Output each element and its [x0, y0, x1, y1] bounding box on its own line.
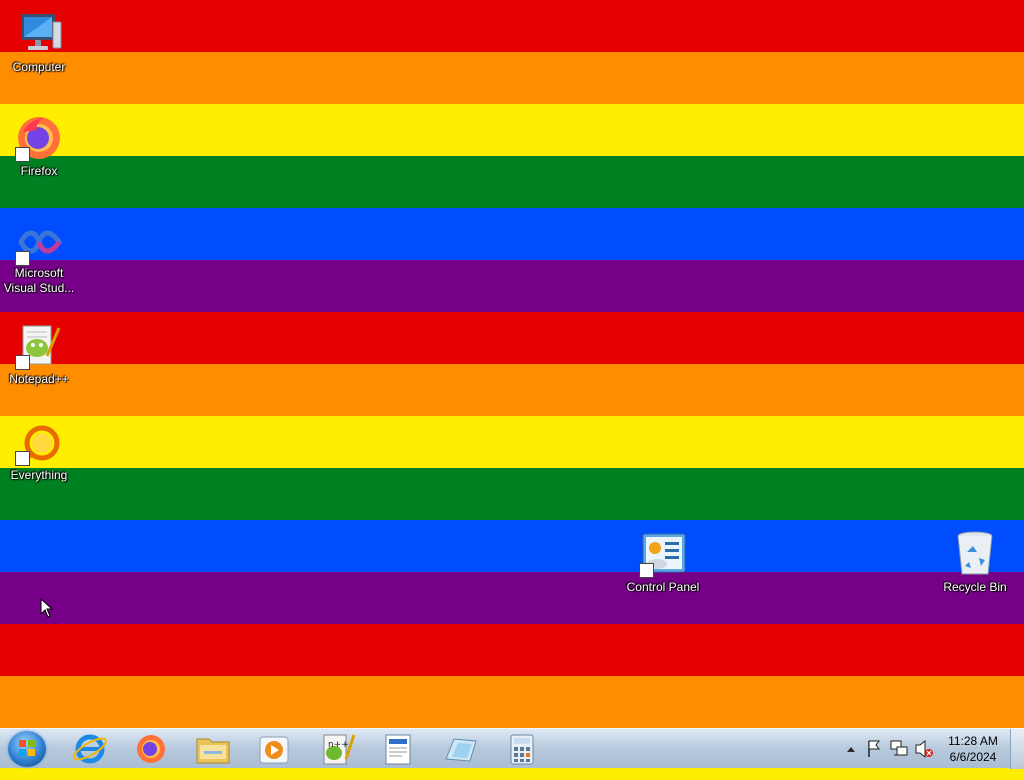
wallpaper-stripe: [0, 572, 1024, 624]
taskbar-file-explorer[interactable]: [187, 731, 239, 767]
wallpaper-stripe: [0, 104, 1024, 156]
wallpaper-stripe: [0, 312, 1024, 364]
mouse-cursor-icon: [40, 598, 54, 618]
control-panel-label: Control Panel: [626, 580, 700, 594]
wallpaper-stripe: [0, 260, 1024, 312]
computer-label: Computer: [12, 60, 66, 74]
shortcut-arrow-icon: [15, 451, 30, 466]
notepad-plus-plus-desktop-icon[interactable]: Notepad++: [0, 322, 79, 387]
visual-studio-label-line2: Visual Stud...: [3, 281, 75, 295]
taskbar-notepad-plus-plus[interactable]: n++: [310, 731, 362, 767]
wallpaper-stripe: [0, 364, 1024, 416]
file-explorer-icon: [196, 738, 230, 764]
firefox-label: Firefox: [20, 164, 58, 178]
wallpaper-stripe: [0, 52, 1024, 104]
taskbar-wordpad[interactable]: [372, 731, 424, 767]
internet-explorer-icon: [73, 734, 107, 764]
wallpaper-stripe: [0, 0, 1024, 52]
everything-label: Everything: [10, 468, 68, 482]
taskbar-paint[interactable]: [434, 731, 486, 767]
volume-button[interactable]: [913, 729, 935, 769]
everything-desktop-icon[interactable]: Everything: [0, 418, 79, 483]
svg-text:n++: n++: [328, 740, 349, 750]
clock-time: 11:28 AM: [948, 734, 998, 748]
control-panel-desktop-icon[interactable]: Control Panel: [623, 530, 703, 595]
firefox-icon: [15, 114, 63, 162]
notepad-plus-plus-label: Notepad++: [9, 372, 69, 386]
visual-studio-label-line1: Microsoft: [14, 266, 64, 280]
taskbar-firefox[interactable]: [125, 731, 177, 767]
clock-date: 6/6/2024: [949, 750, 997, 764]
network-icon: [890, 740, 908, 756]
notepad-plus-plus-icon: [15, 322, 63, 370]
wallpaper-stripe: [0, 520, 1024, 572]
wallpaper-stripe: [0, 156, 1024, 208]
computer-icon: [15, 10, 63, 58]
windows-logo-icon: [19, 740, 35, 756]
show-desktop-button[interactable]: [1010, 729, 1024, 769]
action-center-button[interactable]: [864, 729, 884, 769]
everything-search-icon: [15, 418, 63, 466]
recycle-bin-icon: [951, 530, 999, 578]
shortcut-arrow-icon: [15, 355, 30, 370]
show-hidden-icons-icon: [847, 747, 855, 752]
taskbar: n++ 11:28 AM 6/6/2024: [0, 728, 1024, 769]
visual-studio-desktop-icon[interactable]: Microsoft Visual Stud...: [0, 218, 79, 296]
firefox-icon: [137, 735, 165, 763]
start-button[interactable]: [8, 731, 46, 767]
media-player-icon: [259, 736, 289, 764]
volume-muted-icon: [915, 739, 933, 759]
wordpad-icon: [385, 734, 411, 765]
system-clock[interactable]: 11:28 AM 6/6/2024: [936, 733, 1010, 765]
notepad-plus-plus-icon: n++: [323, 734, 356, 765]
shortcut-arrow-icon: [15, 147, 30, 162]
taskbar-internet-explorer[interactable]: [64, 731, 116, 767]
paint-icon: [445, 738, 477, 762]
desktop-wallpaper[interactable]: [0, 0, 1024, 780]
recycle-bin-desktop-icon[interactable]: Recycle Bin: [935, 530, 1015, 595]
action-center-flag-icon: [868, 740, 880, 757]
wallpaper-stripe: [0, 208, 1024, 260]
computer-desktop-icon[interactable]: Computer: [0, 10, 79, 75]
taskbar-calculator[interactable]: [496, 731, 548, 767]
show-hidden-icons-button[interactable]: [844, 729, 858, 769]
calculator-icon: [510, 734, 534, 765]
recycle-bin-label: Recycle Bin: [943, 580, 1007, 594]
shortcut-arrow-icon: [639, 563, 654, 578]
wallpaper-stripe: [0, 676, 1024, 728]
wallpaper-stripe: [0, 624, 1024, 676]
wallpaper-stripe: [0, 468, 1024, 520]
firefox-desktop-icon[interactable]: Firefox: [0, 114, 79, 179]
visual-studio-icon: [15, 218, 63, 266]
taskbar-media-player[interactable]: [248, 731, 300, 767]
control-panel-icon: [639, 530, 687, 578]
shortcut-arrow-icon: [15, 251, 30, 266]
network-button[interactable]: [888, 729, 910, 769]
wallpaper-stripe: [0, 416, 1024, 468]
